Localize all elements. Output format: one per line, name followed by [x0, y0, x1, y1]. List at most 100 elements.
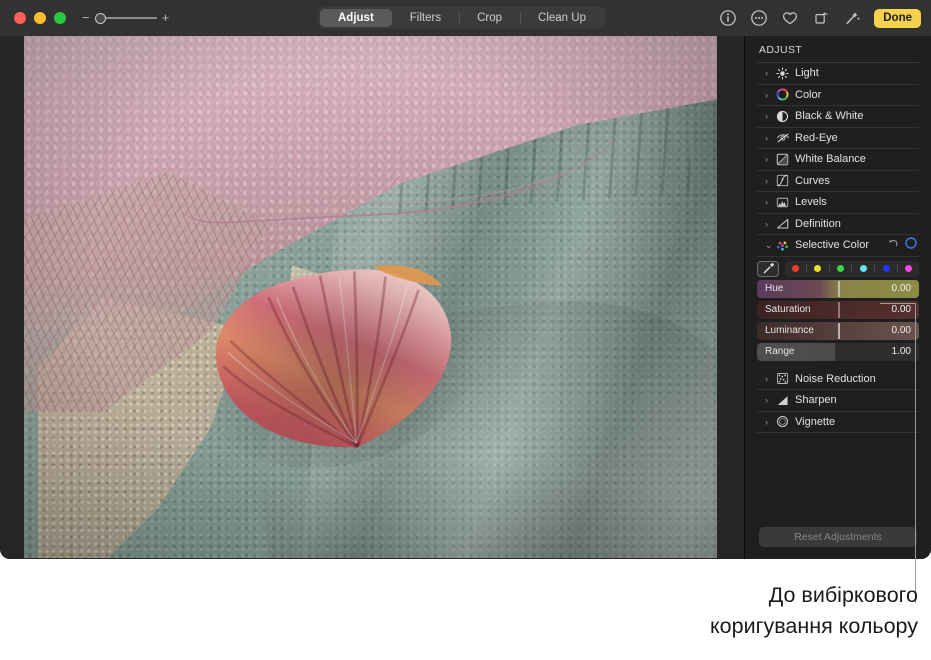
slider-hue-marker — [838, 280, 840, 297]
tab-crop[interactable]: Crop — [459, 9, 520, 27]
tab-cleanup-label: Clean Up — [538, 12, 586, 24]
sidebar-item-label: Levels — [795, 196, 827, 209]
swatch-cyan[interactable] — [859, 265, 867, 272]
sidebar-item-light[interactable]: › Light — [757, 63, 919, 85]
toolbar: − + Adjust Filters Crop Clean Up Done — [0, 0, 931, 36]
black-and-white-icon — [775, 109, 790, 123]
chevron-right-icon[interactable]: › — [765, 68, 775, 78]
slider-saturation-marker — [838, 301, 840, 318]
toolbar-actions: Done — [719, 0, 921, 36]
sidebar-item-selective-color[interactable]: ⌄ Selective Color — [757, 235, 919, 257]
swatch-divider — [896, 264, 898, 273]
sidebar-item-label: Sharpen — [795, 394, 837, 407]
chevron-right-icon[interactable]: › — [765, 417, 775, 427]
tab-adjust-label: Adjust — [338, 12, 374, 24]
tab-cleanup[interactable]: Clean Up — [520, 9, 604, 27]
rotate-icon[interactable] — [812, 9, 830, 27]
sidebar-title: ADJUST — [759, 44, 803, 56]
sidebar-item-label: Vignette — [795, 415, 836, 428]
zoom-in-label[interactable]: + — [162, 11, 170, 24]
sharpen-icon — [775, 393, 790, 407]
sidebar-item-label: Light — [795, 67, 819, 80]
zoom-slider-line — [96, 17, 157, 19]
light-sun-icon — [775, 66, 790, 80]
chevron-right-icon[interactable]: › — [765, 395, 775, 405]
selective-color-swatch-row — [757, 260, 919, 277]
swatch-green[interactable] — [837, 265, 845, 272]
slider-hue[interactable]: Hue 0.00 — [757, 279, 919, 298]
sidebar-item-label: White Balance — [795, 153, 866, 166]
edited-photo[interactable] — [24, 36, 717, 558]
chevron-right-icon[interactable]: › — [765, 374, 775, 384]
tab-adjust[interactable]: Adjust — [320, 9, 392, 27]
caption-line-2: коригування кольору — [710, 614, 918, 638]
mode-tabs: Adjust Filters Crop Clean Up — [318, 7, 606, 29]
chevron-right-icon[interactable]: › — [765, 111, 775, 121]
tab-crop-label: Crop — [477, 12, 503, 24]
noise-reduction-icon — [775, 372, 790, 386]
zoom-slider-knob[interactable] — [94, 12, 106, 24]
zoom-out-label[interactable]: − — [82, 11, 90, 24]
color-wheel-icon — [775, 88, 790, 102]
zoom-button[interactable] — [54, 12, 66, 24]
done-button[interactable]: Done — [874, 8, 921, 28]
slider-hue-value: 0.00 — [891, 283, 911, 294]
window-controls — [14, 12, 66, 24]
slider-luminance-marker — [838, 322, 840, 339]
sidebar-item-curves[interactable]: › Curves — [757, 171, 919, 192]
sidebar-item-label: Color — [795, 88, 822, 101]
favorite-heart-icon[interactable] — [781, 9, 799, 27]
auto-enhance-wand-icon[interactable] — [843, 9, 861, 27]
minimize-button[interactable] — [34, 12, 46, 24]
more-options-icon[interactable] — [750, 9, 768, 27]
sidebar-item-color[interactable]: › Color — [757, 85, 919, 106]
swatch-divider — [851, 264, 853, 273]
caption-text: До вибіркового коригування кольору — [560, 580, 918, 642]
photos-editor-window: − + Adjust Filters Crop Clean Up Done AD… — [0, 0, 931, 559]
eyedropper-icon[interactable] — [757, 260, 779, 277]
sidebar-item-white-balance[interactable]: › White Balance — [757, 149, 919, 171]
white-balance-icon — [775, 152, 790, 166]
sidebar-item-red-eye[interactable]: › Red-Eye — [757, 128, 919, 149]
sidebar-item-levels[interactable]: › Levels — [757, 192, 919, 214]
definition-icon — [775, 217, 790, 231]
zoom-slider-track[interactable] — [94, 12, 157, 24]
sidebar-item-label: Black & White — [795, 110, 864, 123]
revert-arrow-icon[interactable] — [888, 236, 899, 254]
vignette-icon — [775, 415, 790, 429]
close-button[interactable] — [14, 12, 26, 24]
callout-leader-line — [880, 303, 920, 603]
chevron-right-icon[interactable]: › — [765, 90, 775, 100]
swatch-divider — [828, 264, 830, 273]
sidebar-item-label: Definition — [795, 217, 841, 230]
swatch-red[interactable] — [791, 265, 799, 272]
tab-filters[interactable]: Filters — [392, 9, 459, 27]
photo-vignette — [24, 36, 717, 558]
red-eye-icon — [775, 131, 790, 145]
swatch-yellow[interactable] — [814, 265, 822, 272]
sidebar-item-definition[interactable]: › Definition — [757, 214, 919, 235]
chevron-right-icon[interactable]: › — [765, 176, 775, 186]
screenshot-root: − + Adjust Filters Crop Clean Up Done AD… — [0, 0, 931, 660]
selective-color-icon — [775, 238, 790, 252]
zoom-slider-control[interactable]: − + — [82, 11, 170, 24]
sidebar-item-black-and-white[interactable]: › Black & White — [757, 106, 919, 128]
sidebar-item-label: Noise Reduction — [795, 372, 876, 385]
chevron-right-icon[interactable]: › — [765, 197, 775, 207]
swatch-blue[interactable] — [882, 265, 890, 272]
chevron-right-icon[interactable]: › — [765, 133, 775, 143]
swatch-magenta[interactable] — [905, 265, 913, 272]
slider-hue-label: Hue — [765, 283, 784, 294]
chevron-right-icon[interactable]: › — [765, 219, 775, 229]
color-swatches — [785, 260, 919, 277]
levels-icon — [775, 195, 790, 209]
sidebar-item-label: Red-Eye — [795, 131, 838, 144]
sidebar-item-label: Selective Color — [795, 239, 869, 252]
slider-luminance-label: Luminance — [765, 325, 814, 336]
chevron-right-icon[interactable]: › — [765, 154, 775, 164]
slider-saturation-label: Saturation — [765, 304, 811, 315]
callout-horizontal-segment — [880, 303, 916, 305]
chevron-down-icon[interactable]: ⌄ — [765, 240, 775, 251]
info-icon[interactable] — [719, 9, 737, 27]
on-off-circle-icon[interactable] — [905, 236, 917, 254]
